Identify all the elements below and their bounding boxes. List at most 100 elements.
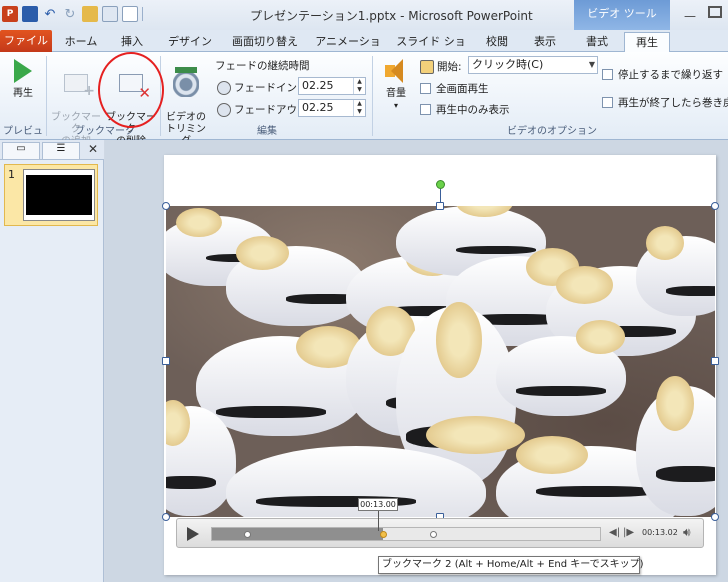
rotation-handle[interactable] bbox=[436, 180, 445, 189]
play-label: 再生 bbox=[13, 88, 33, 99]
open-icon[interactable] bbox=[82, 6, 98, 22]
resize-handle-top[interactable] bbox=[436, 202, 444, 210]
trim-video-icon bbox=[170, 67, 202, 98]
title-bar: P ↶ ↻ プレゼンテーション1.pptx - Microsoft PowerP… bbox=[0, 0, 728, 30]
powerpoint-app-icon[interactable]: P bbox=[2, 6, 18, 22]
hide-checkbox-box[interactable] bbox=[420, 104, 431, 115]
undo-icon[interactable]: ↶ bbox=[42, 6, 58, 22]
video-tools-header: ビデオ ツール bbox=[574, 0, 670, 30]
new-icon[interactable] bbox=[122, 6, 138, 22]
step-forward-button[interactable]: |▶ bbox=[623, 527, 634, 538]
slide-thumbnail-item[interactable]: 1 bbox=[4, 164, 98, 226]
start-label-row: 開始: bbox=[420, 59, 462, 74]
add-bookmark-icon bbox=[60, 68, 95, 98]
step-back-button[interactable]: ◀| bbox=[609, 527, 620, 538]
save-icon[interactable] bbox=[22, 6, 38, 22]
fullscreen-checkbox-box[interactable] bbox=[420, 83, 431, 94]
fade-in-icon bbox=[217, 80, 231, 95]
print-preview-icon[interactable] bbox=[102, 6, 118, 22]
resize-handle-left[interactable] bbox=[162, 357, 170, 365]
fade-in-label: フェードイン: bbox=[234, 82, 301, 94]
resize-handle-top-left[interactable] bbox=[162, 202, 170, 210]
tab-view[interactable]: 表示 bbox=[526, 32, 564, 52]
maximize-button[interactable] bbox=[708, 6, 722, 18]
fade-out-label-row: フェードアウト: bbox=[217, 102, 311, 117]
slide-thumbnail[interactable] bbox=[23, 169, 95, 221]
tab-design[interactable]: デザイン bbox=[160, 32, 220, 52]
fade-in-spin-arrows[interactable]: ▲ ▼ bbox=[353, 78, 365, 94]
tab-playback[interactable]: 再生 bbox=[624, 32, 670, 53]
fade-out-stepper[interactable]: 02.25 ▲ ▼ bbox=[298, 99, 366, 117]
start-label: 開始: bbox=[437, 61, 462, 73]
outline-tab[interactable]: ☰ bbox=[42, 142, 80, 159]
fade-out-value: 02.25 bbox=[302, 101, 334, 114]
minimize-button[interactable]: — bbox=[684, 9, 696, 23]
tab-transitions[interactable]: 画面切り替え bbox=[226, 32, 304, 52]
tab-home[interactable]: ホーム bbox=[58, 32, 104, 52]
fade-out-spin-arrows[interactable]: ▲ ▼ bbox=[353, 100, 365, 116]
rewind-label: 再生が終了したら巻き戻 bbox=[618, 97, 728, 109]
fade-in-label-row: フェードイン: bbox=[217, 80, 301, 95]
hover-time-line bbox=[378, 511, 379, 531]
bookmark-tooltip: ブックマーク 2 (Alt + Home/Alt + End キーでスキップ) bbox=[378, 556, 644, 574]
seek-bar[interactable] bbox=[211, 527, 601, 541]
window-title: プレゼンテーション1.pptx - Microsoft PowerPoint bbox=[250, 9, 533, 23]
gannet-bird bbox=[496, 320, 626, 416]
loop-checkbox[interactable]: 停止するまで繰り返す bbox=[602, 67, 723, 82]
slide-pane: ▭ ☰ ✕ 1 bbox=[0, 140, 104, 582]
tab-animations[interactable]: アニメーション bbox=[312, 32, 384, 67]
slides-tab[interactable]: ▭ bbox=[2, 142, 40, 159]
video-frame[interactable] bbox=[166, 206, 715, 517]
resize-handle-bottom-left[interactable] bbox=[162, 513, 170, 521]
bookmark-marker[interactable] bbox=[380, 531, 387, 538]
current-time: 00:13.02 bbox=[642, 528, 678, 537]
group-label-editing: 編集 bbox=[257, 126, 277, 137]
loop-label: 停止するまで繰り返す bbox=[618, 69, 723, 81]
group-separator bbox=[372, 56, 373, 136]
gannet-bird bbox=[226, 236, 366, 326]
resize-handle-top-right[interactable] bbox=[711, 202, 719, 210]
fade-in-stepper[interactable]: 02.25 ▲ ▼ bbox=[298, 77, 366, 95]
close-icon[interactable]: ✕ bbox=[88, 142, 98, 156]
quick-access-toolbar: P ↶ ↻ bbox=[2, 6, 143, 22]
tab-review[interactable]: 校閲 bbox=[478, 32, 516, 52]
start-select-value: クリック時(C) bbox=[472, 58, 544, 71]
rewind-checkbox[interactable]: 再生が終了したら巻き戻 bbox=[602, 95, 728, 110]
fullscreen-checkbox[interactable]: 全画面再生 bbox=[420, 81, 489, 96]
start-icon bbox=[420, 59, 434, 74]
highlight-circle bbox=[98, 52, 164, 128]
start-select[interactable]: クリック時(C) ▼ bbox=[468, 56, 598, 74]
gannet-bird bbox=[636, 226, 715, 316]
tab-file[interactable]: ファイル bbox=[0, 30, 52, 52]
tab-insert[interactable]: 挿入 bbox=[112, 32, 152, 52]
volume-label: 音量 bbox=[386, 88, 406, 99]
hide-label: 再生中のみ表示 bbox=[436, 104, 510, 116]
pane-tabs: ▭ ☰ ✕ bbox=[0, 140, 104, 160]
play-button[interactable]: 再生 bbox=[4, 56, 42, 100]
group-separator bbox=[46, 56, 47, 136]
fullscreen-label: 全画面再生 bbox=[436, 83, 489, 95]
loop-checkbox-box[interactable] bbox=[602, 69, 613, 80]
qat-separator bbox=[142, 7, 143, 21]
redo-icon[interactable]: ↻ bbox=[62, 6, 78, 22]
hover-time-flag: 00:13.00 bbox=[358, 498, 398, 511]
group-label-video-options: ビデオのオプション bbox=[507, 126, 597, 137]
tab-format[interactable]: 書式 bbox=[576, 32, 618, 52]
resize-handle-bottom-right[interactable] bbox=[711, 513, 719, 521]
volume-icon[interactable]: 🔊︎ bbox=[683, 525, 691, 540]
chevron-down-icon: ▼ bbox=[588, 60, 595, 69]
bookmark-marker[interactable] bbox=[430, 531, 437, 538]
hide-while-not-playing-checkbox[interactable]: 再生中のみ表示 bbox=[420, 102, 510, 117]
fade-duration-label: フェードの継続時間 bbox=[215, 60, 310, 72]
resize-handle-right[interactable] bbox=[711, 357, 719, 365]
volume-button[interactable]: 音量 ▾ bbox=[376, 56, 416, 112]
ribbon-tabs: ファイル ホーム 挿入 デザイン 画面切り替え アニメーション スライド ショー… bbox=[0, 30, 728, 67]
tab-slideshow[interactable]: スライド ショー bbox=[394, 32, 468, 67]
volume-dropdown-icon: ▾ bbox=[393, 101, 398, 110]
slide-number: 1 bbox=[8, 168, 15, 181]
fade-out-icon bbox=[217, 102, 231, 117]
fade-in-value: 02.25 bbox=[302, 79, 334, 92]
bookmark-marker[interactable] bbox=[244, 531, 251, 538]
rewind-checkbox-box[interactable] bbox=[602, 97, 613, 108]
play-pause-button[interactable] bbox=[187, 527, 199, 541]
